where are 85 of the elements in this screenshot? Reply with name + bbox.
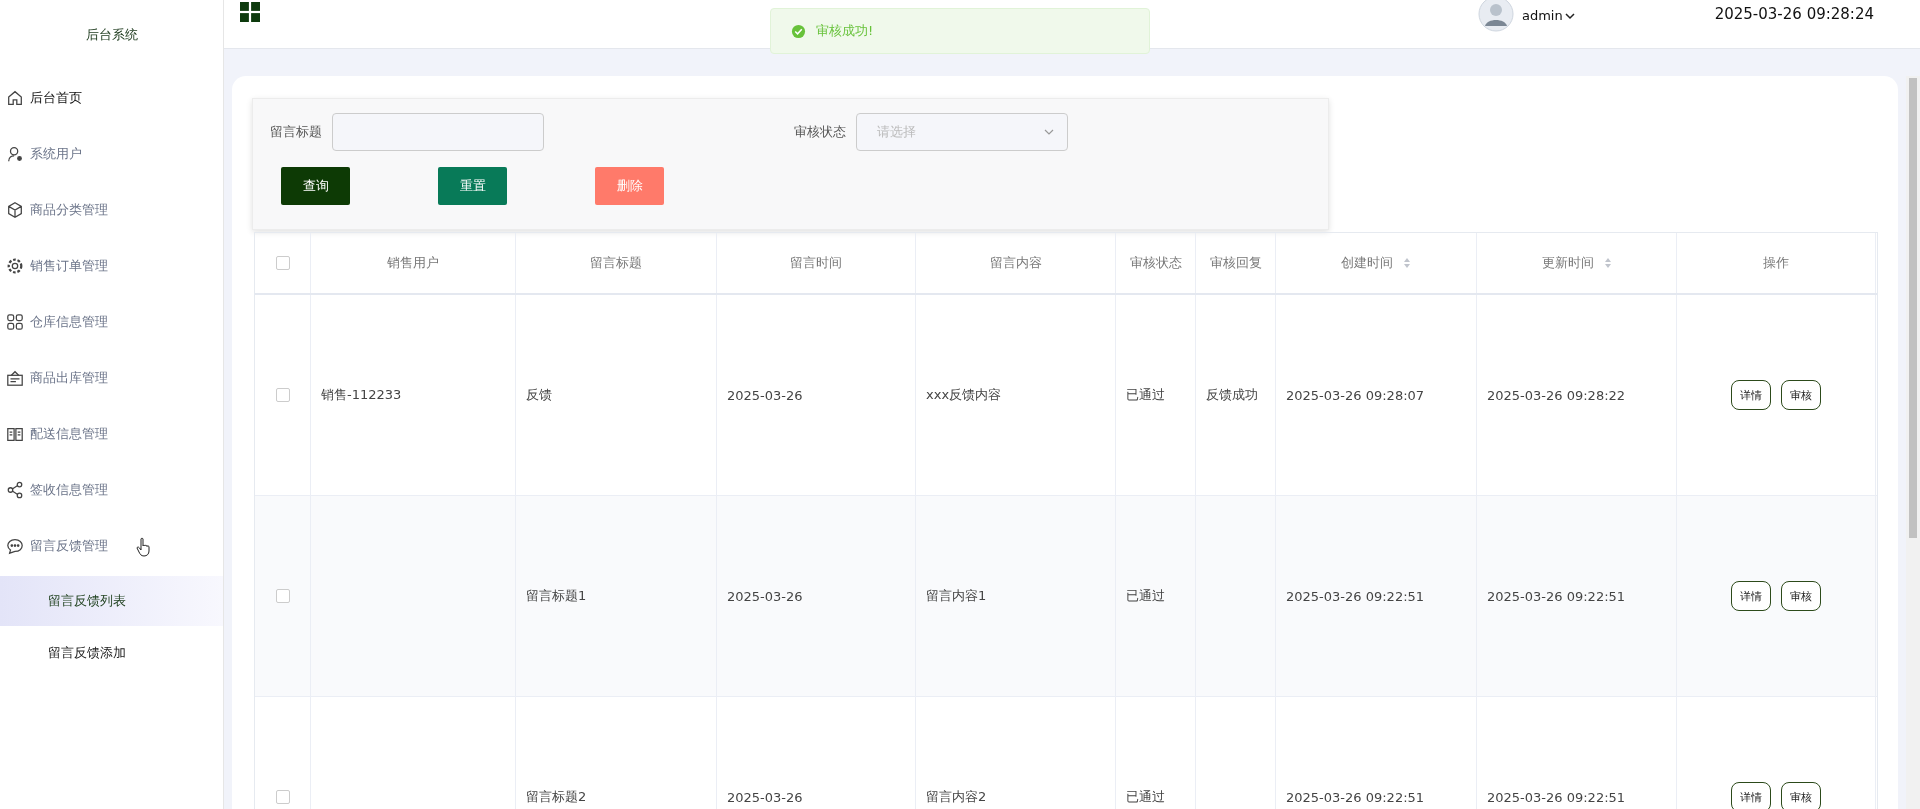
hand-cursor-icon xyxy=(136,536,152,558)
table-cell: 已通过 xyxy=(1126,788,1165,806)
table-cell: 留言标题2 xyxy=(526,788,587,806)
sidebar-item[interactable]: 仓库信息管理 xyxy=(0,294,223,350)
column-header: 留言内容 xyxy=(989,254,1042,272)
sidebar-item-label: 商品出库管理 xyxy=(30,369,108,387)
signboard-icon xyxy=(6,369,24,387)
table-cell: 2025-03-26 xyxy=(727,789,803,805)
table-cell: 2025-03-26 09:22:51 xyxy=(1487,588,1626,604)
scrollbar[interactable] xyxy=(1906,76,1920,809)
table-cell: 2025-03-26 09:22:51 xyxy=(1286,789,1425,805)
sidebar-item-label: 配送信息管理 xyxy=(30,425,108,443)
toast-message: 审核成功! xyxy=(816,22,874,40)
sidebar-item-label: 仓库信息管理 xyxy=(30,313,108,331)
column-header: 审核状态 xyxy=(1129,254,1182,272)
details-button[interactable]: 详情 xyxy=(1731,380,1771,410)
filter-label: 留言标题 xyxy=(270,123,322,141)
date-time: 2025-03-26 09:28:24 xyxy=(1714,5,1874,23)
settings-icon xyxy=(6,257,24,275)
home-icon xyxy=(6,89,24,107)
share-icon xyxy=(6,481,24,499)
sidebar-item[interactable]: 销售订单管理 xyxy=(0,238,223,294)
column-header[interactable]: 创建时间 xyxy=(1341,254,1393,272)
grid-icon xyxy=(6,313,24,331)
column-header: 留言标题 xyxy=(590,254,642,272)
review-button[interactable]: 审核 xyxy=(1781,581,1821,611)
sidebar-item[interactable]: 商品分类管理 xyxy=(0,182,223,238)
table-cell: 2025-03-26 09:22:51 xyxy=(1286,588,1425,604)
sidebar-item[interactable]: 配送信息管理 xyxy=(0,406,223,462)
row-checkbox[interactable] xyxy=(275,790,290,804)
chat-icon xyxy=(6,537,24,555)
sidebar-item[interactable]: 商品出库管理 xyxy=(0,350,223,406)
review-button[interactable]: 审核 xyxy=(1781,380,1821,410)
column-header: 销售用户 xyxy=(387,254,439,272)
row-checkbox[interactable] xyxy=(275,388,290,402)
sort-icon[interactable] xyxy=(1403,257,1411,269)
title-input-field[interactable] xyxy=(332,113,544,151)
table-cell: 留言标题1 xyxy=(526,587,587,605)
sidebar-item[interactable]: 留言反馈管理 xyxy=(0,518,223,574)
cube-icon xyxy=(6,201,24,219)
check-circle-icon xyxy=(791,23,806,39)
select-all-checkbox[interactable] xyxy=(275,256,290,270)
details-button[interactable]: 详情 xyxy=(1731,782,1771,809)
table-cell: 留言内容1 xyxy=(926,587,987,605)
table-cell: 已通过 xyxy=(1126,587,1165,605)
sidebar-title: 后台系统 xyxy=(84,26,139,44)
table-cell: 2025-03-26 xyxy=(727,387,803,403)
grid-menu-icon[interactable] xyxy=(240,2,260,22)
review-button[interactable]: 审核 xyxy=(1781,782,1821,809)
column-header: 审核回复 xyxy=(1209,254,1262,272)
user-icon xyxy=(6,145,24,163)
table-cell: 销售-112233 xyxy=(321,386,402,404)
sidebar-item-label: 签收信息管理 xyxy=(30,481,108,499)
row-checkbox[interactable] xyxy=(275,589,290,603)
caret-icon xyxy=(1564,10,1575,21)
sidebar-item-label: 销售订单管理 xyxy=(30,257,108,275)
sidebar-item-label: 商品分类管理 xyxy=(30,201,108,219)
details-button[interactable]: 详情 xyxy=(1731,581,1771,611)
sidebar-item-label: 留言反馈管理 xyxy=(30,537,108,555)
user-menu[interactable]: admin xyxy=(1521,8,1575,23)
table-cell: 反馈成功 xyxy=(1206,386,1258,404)
table-cell: 2025-03-26 09:28:07 xyxy=(1286,387,1425,403)
filter-label: 审核状态 xyxy=(794,123,846,141)
sidebar-item[interactable]: 系统用户 xyxy=(0,126,223,182)
sort-icon[interactable] xyxy=(1603,257,1612,269)
sidebar-item[interactable]: 签收信息管理 xyxy=(0,462,223,518)
table-cell: 2025-03-26 09:22:51 xyxy=(1487,789,1626,805)
sidebar-item-label: 后台首页 xyxy=(30,89,82,107)
reset-button[interactable]: 重置 xyxy=(438,167,507,205)
table-cell: 2025-03-26 09:28:22 xyxy=(1487,387,1626,403)
book-icon xyxy=(6,425,24,443)
table-cell: 2025-03-26 xyxy=(727,588,803,604)
column-header[interactable]: 更新时间 xyxy=(1541,254,1594,272)
column-header: 留言时间 xyxy=(790,254,842,272)
sidebar-item[interactable]: 后台首页 xyxy=(0,70,223,126)
sidebar-item-label: 系统用户 xyxy=(30,145,82,163)
submenu-item[interactable]: 留言反馈添加 xyxy=(0,628,223,678)
query-button[interactable]: 查询 xyxy=(281,167,350,205)
table-cell: 留言内容2 xyxy=(926,788,987,806)
submenu-item[interactable]: 留言反馈列表 xyxy=(0,576,223,626)
table-cell: 已通过 xyxy=(1126,386,1165,404)
column-header: 操作 xyxy=(1763,254,1789,272)
table-cell: xxx反馈内容 xyxy=(926,386,1002,404)
table-cell: 反馈 xyxy=(526,386,552,404)
avatar[interactable] xyxy=(1477,0,1514,32)
